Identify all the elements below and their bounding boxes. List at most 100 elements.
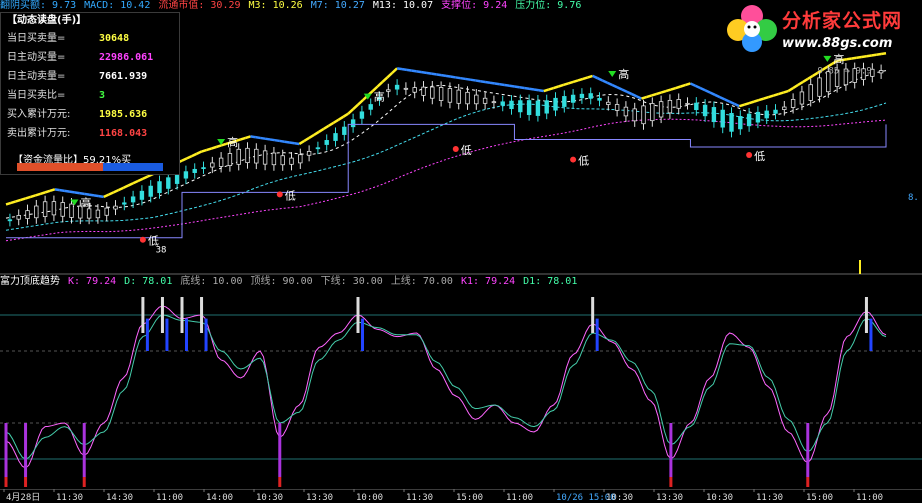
trend-line-segment bbox=[592, 74, 599, 80]
candle-body bbox=[403, 87, 409, 90]
trend-line-segment bbox=[851, 56, 857, 60]
high-signal-icon bbox=[823, 55, 832, 62]
logo-url[interactable]: www.88gs.com bbox=[782, 36, 892, 51]
trend-line-segment bbox=[137, 177, 144, 183]
candle-body bbox=[562, 96, 567, 107]
trend-line-segment bbox=[79, 191, 85, 196]
trend-line-segment bbox=[328, 121, 335, 127]
candle-body bbox=[280, 155, 285, 166]
trend-line-segment bbox=[778, 91, 784, 96]
trend-line-segment bbox=[64, 189, 70, 193]
panel-row-value: 1168.043 bbox=[99, 128, 148, 139]
trend-line-segment bbox=[719, 95, 726, 101]
trend-line-segment bbox=[861, 55, 867, 59]
oscillator-chart[interactable] bbox=[0, 289, 922, 499]
time-label: 10:00 bbox=[356, 493, 383, 503]
time-label: 11:30 bbox=[56, 493, 83, 503]
candle-body bbox=[298, 154, 303, 164]
indicator-item: 底线: 10.00 bbox=[180, 276, 243, 287]
trend-line-segment bbox=[538, 89, 544, 93]
panel-row: 当日买卖量= 30648 bbox=[7, 31, 177, 47]
trend-line-segment bbox=[15, 198, 22, 203]
trend-line-segment bbox=[391, 67, 398, 74]
candle-body bbox=[359, 111, 365, 119]
trend-line-segment bbox=[465, 77, 471, 81]
trend-line-segment bbox=[680, 83, 686, 88]
price-indicator-header: 翻阴买额: 9.73 MACD: 10.42 流通市值: 30.29 M3: 10.2… bbox=[0, 0, 589, 12]
candle-body bbox=[817, 77, 822, 97]
panel-row-label: 当日买卖量= bbox=[7, 33, 66, 44]
time-label: 10:30 bbox=[256, 493, 283, 503]
top-signal-bar bbox=[180, 297, 184, 333]
candle-body bbox=[271, 152, 277, 166]
trend-line-segment bbox=[59, 188, 65, 193]
candle-body bbox=[764, 110, 769, 119]
trend-line-segment bbox=[357, 99, 364, 106]
candle-body bbox=[579, 93, 585, 99]
trend-line-segment bbox=[74, 191, 80, 195]
trend-line-segment bbox=[264, 137, 271, 141]
candle-body bbox=[544, 100, 549, 114]
trend-line-segment bbox=[342, 112, 349, 118]
top-blue-bar bbox=[165, 318, 169, 351]
candle-body bbox=[614, 104, 620, 111]
panel-row-label: 卖出累计万元: bbox=[7, 128, 71, 139]
bottom-red-bar bbox=[278, 477, 282, 487]
trend-line-segment bbox=[709, 91, 716, 96]
panel-row: 买入累计万元: 1985.636 bbox=[7, 107, 177, 123]
trend-line-segment bbox=[103, 193, 110, 199]
top-signal-bar bbox=[356, 297, 360, 333]
indicator-item: K1: 79.24 bbox=[460, 276, 516, 287]
trend-line-segment bbox=[748, 100, 755, 105]
trend-line-segment bbox=[426, 71, 432, 75]
panel-row: 卖出累计万元: 1168.043 bbox=[7, 126, 177, 142]
trend-line-segment bbox=[572, 79, 579, 84]
candle-body bbox=[113, 205, 118, 210]
trend-line-segment bbox=[84, 192, 90, 196]
trend-line-segment bbox=[381, 76, 389, 83]
dynamic-reading-panel: 【动态读盘(手)】 当日买卖量= 30648 日主动买量= 22986.061 日主动卖… bbox=[0, 12, 180, 175]
panel-row-label: 买入累计万元: bbox=[7, 109, 71, 120]
trend-line-segment bbox=[582, 76, 589, 81]
trend-line-segment bbox=[519, 86, 525, 90]
trend-line-segment bbox=[856, 55, 862, 59]
trend-line-segment bbox=[782, 89, 789, 94]
indicator-item: 下线: 30.00 bbox=[320, 276, 383, 287]
trend-line-segment bbox=[641, 95, 647, 100]
trend-line-segment bbox=[562, 82, 569, 87]
trend-line-segment bbox=[250, 135, 256, 139]
time-label: 10:30 bbox=[706, 493, 733, 503]
trend-line-segment bbox=[245, 135, 251, 140]
fund-flow-ratio: 【资金流量比】59.21%买 bbox=[9, 151, 163, 171]
bottom-red-bar bbox=[4, 477, 8, 487]
candle-body bbox=[667, 99, 673, 114]
candle-body bbox=[25, 210, 30, 219]
header-item: M7: 10.27 bbox=[310, 0, 365, 11]
high-signal-label: 高 bbox=[227, 135, 238, 149]
trend-line-segment bbox=[313, 130, 320, 136]
candle-body bbox=[7, 219, 13, 222]
header-item: 支撑位: 9.24 bbox=[441, 0, 508, 11]
trend-line-segment bbox=[132, 179, 139, 185]
trend-line-segment bbox=[475, 79, 481, 83]
top-signal-bar bbox=[141, 297, 145, 333]
trend-line-segment bbox=[220, 142, 227, 147]
trend-line-segment bbox=[308, 133, 315, 139]
trend-line-segment bbox=[866, 54, 872, 58]
candle-body bbox=[342, 126, 347, 135]
trend-line-segment bbox=[626, 90, 633, 96]
d-line bbox=[5, 314, 887, 460]
low-signal-icon bbox=[746, 152, 753, 159]
trend-line-segment bbox=[524, 86, 530, 91]
candle-body bbox=[254, 148, 259, 164]
trend-line-segment bbox=[567, 80, 574, 85]
low-signal-icon bbox=[276, 191, 283, 198]
time-label: 11:30 bbox=[756, 493, 783, 503]
candle-body bbox=[51, 201, 57, 216]
fund-flow-buy-bar bbox=[17, 163, 104, 171]
trend-line-segment bbox=[386, 71, 394, 79]
trend-line-segment bbox=[142, 175, 149, 180]
trend-line-segment bbox=[543, 88, 550, 93]
panel-row-label: 当日买卖比= bbox=[7, 90, 66, 101]
panel-row: 日主动卖量= 7661.939 bbox=[7, 69, 177, 85]
